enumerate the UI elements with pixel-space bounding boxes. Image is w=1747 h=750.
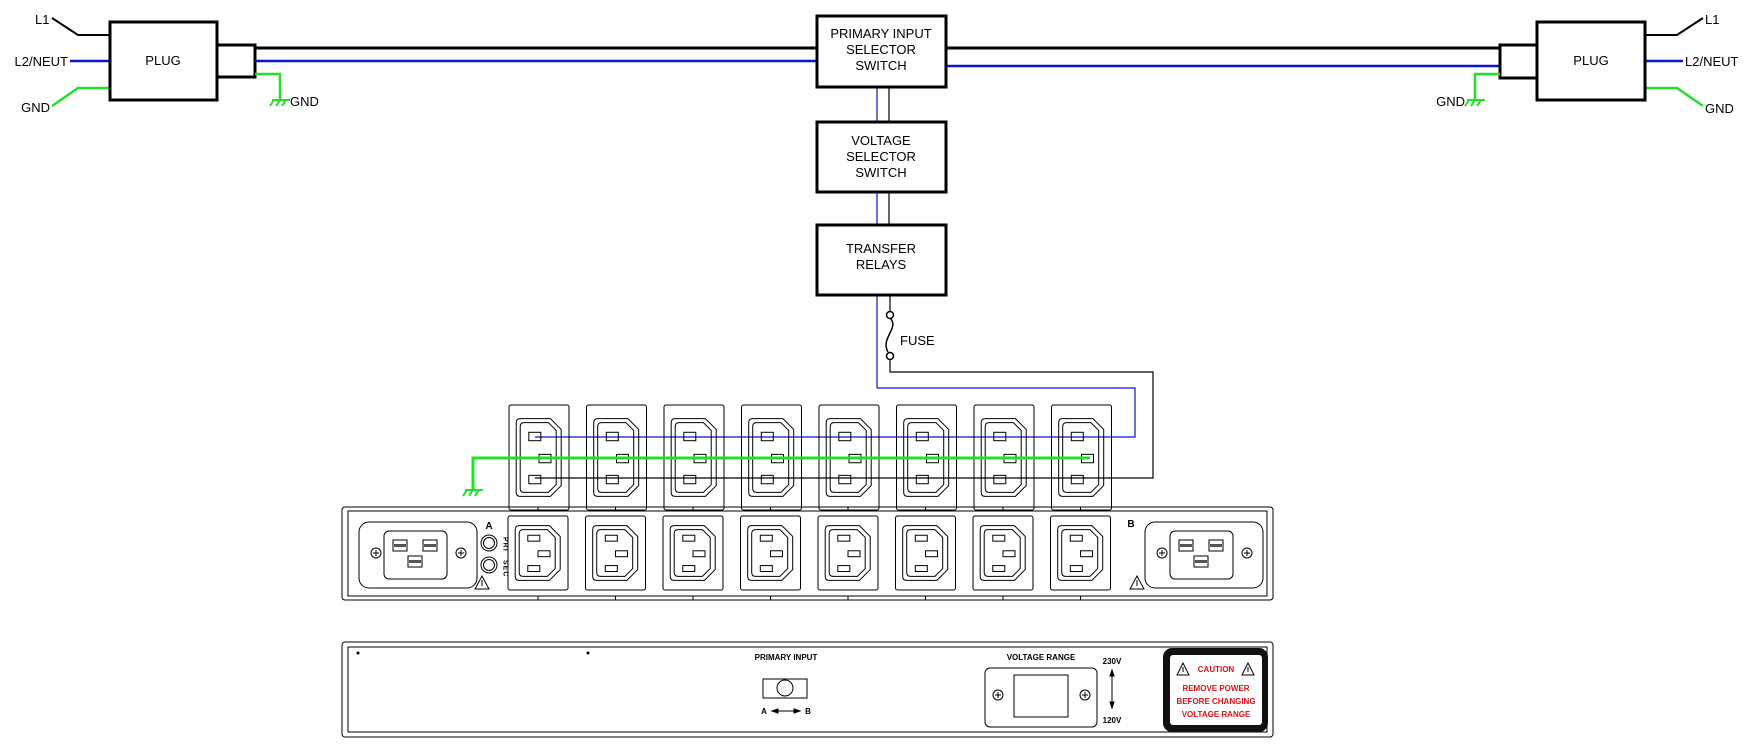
block-text: TRANSFER: [846, 241, 916, 256]
voltage-selector-block: VOLTAGE SELECTOR SWITCH: [815, 120, 948, 194]
fuse-icon: [885, 310, 895, 361]
c13-outlet: [740, 515, 801, 591]
screw-icon: [1156, 547, 1168, 559]
vertical-double-arrow-icon: [1109, 668, 1115, 710]
caution-label-box: CAUTION REMOVE POWER BEFORE CHANGING VOL…: [1163, 648, 1268, 732]
rear-panel: PRIMARY INPUT A B VOLTAGE RANGE 230V 120…: [341, 641, 1274, 738]
double-arrow-icon: [770, 708, 802, 714]
v-low-label: 120V: [1103, 716, 1122, 725]
input-a-label: A: [485, 521, 492, 532]
c13-outlet: [507, 515, 569, 591]
right-gnd-label: GND: [1705, 101, 1734, 116]
left-l1-label: L1: [35, 12, 49, 27]
right-gnd-out-label: GND: [1436, 94, 1465, 109]
inlet-a: [358, 521, 478, 589]
primary-input-label: PRIMARY INPUT: [755, 653, 818, 662]
primary-input-switch[interactable]: [762, 678, 808, 699]
c13-outlet: [1050, 515, 1111, 591]
front-panel: A B PRI SEC: [341, 506, 1274, 601]
left-l2-label: L2/NEUT: [15, 54, 69, 69]
block-text: PRIMARY INPUT: [830, 26, 931, 41]
left-plug-label: PLUG: [145, 53, 180, 68]
block-text: SELECTOR: [846, 149, 916, 164]
c13-outlet: [817, 515, 879, 591]
caution-line: BEFORE CHANGING: [1176, 697, 1255, 706]
inlet-b: [1144, 521, 1264, 589]
voltage-range-label: VOLTAGE RANGE: [1007, 653, 1076, 662]
screw-icon: [992, 689, 1004, 701]
pdu-wiring-diagram: PLUG L1 L2/NEUT GND GND PLUG L1 L2/NEUT …: [15, 12, 1739, 738]
left-gnd-out-label: GND: [290, 94, 319, 109]
c13-outlet: [972, 515, 1034, 591]
screw-icon: [455, 547, 467, 559]
switch-b-label: B: [805, 707, 811, 716]
block-text: RELAYS: [856, 257, 907, 272]
caution-line: REMOVE POWER: [1182, 684, 1249, 693]
block-text: SWITCH: [855, 58, 906, 73]
screw-icon: [1241, 547, 1253, 559]
ground-icon: [462, 489, 483, 497]
caution-line: VOLTAGE RANGE: [1182, 710, 1251, 719]
pri-label: PRI: [502, 537, 509, 552]
warning-icon: [1129, 574, 1145, 590]
v-high-label: 230V: [1103, 657, 1122, 666]
ground-icon: [269, 99, 290, 107]
c13-outlet: [895, 515, 956, 591]
screw-icon: [370, 547, 382, 559]
switch-a-label: A: [761, 707, 767, 716]
fuse-label: FUSE: [900, 333, 935, 348]
c13-outlet: [585, 515, 646, 591]
right-l2-label: L2/NEUT: [1685, 54, 1739, 69]
transfer-relays-block: TRANSFER RELAYS: [815, 223, 948, 297]
block-text: VOLTAGE: [851, 133, 911, 148]
right-l1-label: L1: [1705, 12, 1719, 27]
c13-outlet: [662, 515, 724, 591]
left-plug: PLUG L1 L2/NEUT GND GND: [15, 12, 319, 115]
sec-label: SEC: [502, 560, 509, 577]
right-plug-label: PLUG: [1573, 53, 1608, 68]
block-text: SELECTOR: [846, 42, 916, 57]
voltage-range-switch[interactable]: [984, 667, 1098, 728]
left-gnd-label: GND: [21, 100, 50, 115]
ground-icon: [1464, 99, 1485, 107]
caution-title: CAUTION: [1198, 665, 1235, 674]
block-text: SWITCH: [855, 165, 906, 180]
right-plug: PLUG L1 L2/NEUT GND GND: [1436, 12, 1738, 116]
screw-icon: [1079, 689, 1091, 701]
input-b-label: B: [1127, 519, 1134, 530]
primary-input-selector-block: PRIMARY INPUT SELECTOR SWITCH: [815, 14, 948, 89]
